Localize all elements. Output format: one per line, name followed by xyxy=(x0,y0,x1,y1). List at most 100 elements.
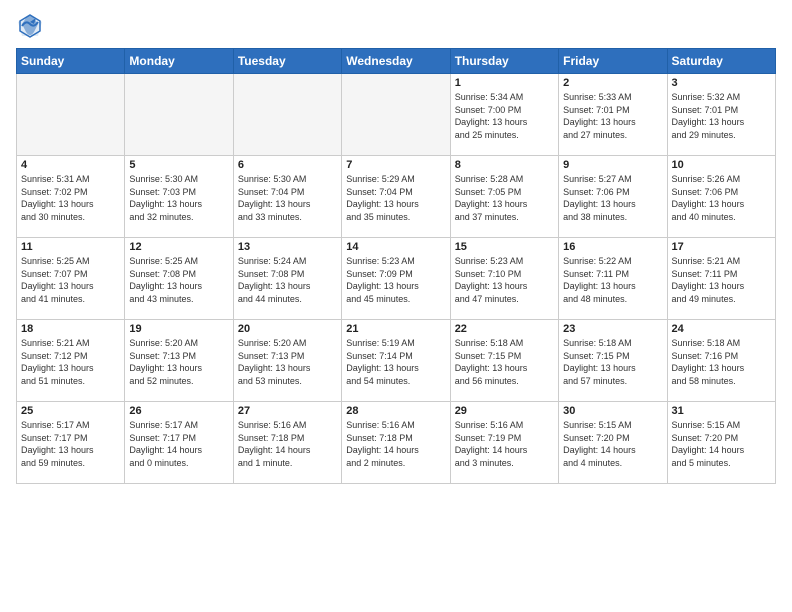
calendar-cell: 6Sunrise: 5:30 AMSunset: 7:04 PMDaylight… xyxy=(233,156,341,238)
day-info: Sunrise: 5:17 AMSunset: 7:17 PMDaylight:… xyxy=(21,419,120,469)
day-number: 26 xyxy=(129,405,228,417)
day-number: 1 xyxy=(455,77,554,89)
day-info: Sunrise: 5:21 AMSunset: 7:12 PMDaylight:… xyxy=(21,337,120,387)
calendar-cell: 30 Sunrise: 5:15 AMSunset: 7:20 PMDayligh… xyxy=(559,402,667,484)
week-row-4: 18Sunrise: 5:21 AMSunset: 7:12 PMDayligh… xyxy=(17,320,776,402)
day-info: Sunrise: 5:15 AMSunset: 7:20 PMDaylight:… xyxy=(563,419,662,469)
calendar-cell: 1 Sunrise: 5:34 AMSunset: 7:00 PMDaylight… xyxy=(450,74,558,156)
calendar-cell: 26 Sunrise: 5:17 AMSunset: 7:17 PMDayligh… xyxy=(125,402,233,484)
calendar-cell: 18Sunrise: 5:21 AMSunset: 7:12 PMDayligh… xyxy=(17,320,125,402)
calendar-cell: 29 Sunrise: 5:16 AMSunset: 7:19 PMDayligh… xyxy=(450,402,558,484)
calendar-cell xyxy=(342,74,450,156)
calendar-cell: 8Sunrise: 5:28 AMSunset: 7:05 PMDaylight… xyxy=(450,156,558,238)
calendar-cell xyxy=(125,74,233,156)
day-number: 30 xyxy=(563,405,662,417)
day-number: 15 xyxy=(455,241,554,253)
day-info: Sunrise: 5:18 AMSunset: 7:16 PMDaylight:… xyxy=(672,337,771,387)
day-info: Sunrise: 5:25 AMSunset: 7:08 PMDaylight:… xyxy=(129,255,228,305)
weekday-header-monday: Monday xyxy=(125,49,233,74)
day-number: 24 xyxy=(672,323,771,335)
day-info: Sunrise: 5:16 AMSunset: 7:19 PMDaylight:… xyxy=(455,419,554,469)
day-info: Sunrise: 5:33 AMSunset: 7:01 PMDaylight:… xyxy=(563,91,662,141)
weekday-header-sunday: Sunday xyxy=(17,49,125,74)
day-info: Sunrise: 5:19 AMSunset: 7:14 PMDaylight:… xyxy=(346,337,445,387)
day-number: 14 xyxy=(346,241,445,253)
day-info: Sunrise: 5:24 AMSunset: 7:08 PMDaylight:… xyxy=(238,255,337,305)
calendar-cell: 11 Sunrise: 5:25 AMSunset: 7:07 PMDayligh… xyxy=(17,238,125,320)
day-info: Sunrise: 5:23 AMSunset: 7:10 PMDaylight:… xyxy=(455,255,554,305)
day-info: Sunrise: 5:22 AMSunset: 7:11 PMDaylight:… xyxy=(563,255,662,305)
calendar-cell xyxy=(233,74,341,156)
day-number: 9 xyxy=(563,159,662,171)
day-number: 25 xyxy=(21,405,120,417)
day-info: Sunrise: 5:16 AMSunset: 7:18 PMDaylight:… xyxy=(346,419,445,469)
day-info: Sunrise: 5:34 AMSunset: 7:00 PMDaylight:… xyxy=(455,91,554,141)
calendar-cell: 3 Sunrise: 5:32 AMSunset: 7:01 PMDaylight… xyxy=(667,74,775,156)
week-row-5: 25 Sunrise: 5:17 AMSunset: 7:17 PMDayligh… xyxy=(17,402,776,484)
day-number: 31 xyxy=(672,405,771,417)
day-info: Sunrise: 5:32 AMSunset: 7:01 PMDaylight:… xyxy=(672,91,771,141)
day-info: Sunrise: 5:23 AMSunset: 7:09 PMDaylight:… xyxy=(346,255,445,305)
calendar-cell: 17 Sunrise: 5:21 AMSunset: 7:11 PMDayligh… xyxy=(667,238,775,320)
weekday-header-saturday: Saturday xyxy=(667,49,775,74)
calendar-cell: 10Sunrise: 5:26 AMSunset: 7:06 PMDayligh… xyxy=(667,156,775,238)
calendar-cell: 25 Sunrise: 5:17 AMSunset: 7:17 PMDayligh… xyxy=(17,402,125,484)
day-info: Sunrise: 5:17 AMSunset: 7:17 PMDaylight:… xyxy=(129,419,228,469)
header xyxy=(16,12,776,40)
day-number: 2 xyxy=(563,77,662,89)
day-info: Sunrise: 5:16 AMSunset: 7:18 PMDaylight:… xyxy=(238,419,337,469)
day-info: Sunrise: 5:30 AMSunset: 7:04 PMDaylight:… xyxy=(238,173,337,223)
calendar-cell: 14 Sunrise: 5:23 AMSunset: 7:09 PMDayligh… xyxy=(342,238,450,320)
day-number: 28 xyxy=(346,405,445,417)
calendar-cell: 24 Sunrise: 5:18 AMSunset: 7:16 PMDayligh… xyxy=(667,320,775,402)
day-info: Sunrise: 5:20 AMSunset: 7:13 PMDaylight:… xyxy=(238,337,337,387)
day-number: 19 xyxy=(129,323,228,335)
calendar-cell: 27 Sunrise: 5:16 AMSunset: 7:18 PMDayligh… xyxy=(233,402,341,484)
weekday-header-friday: Friday xyxy=(559,49,667,74)
day-info: Sunrise: 5:18 AMSunset: 7:15 PMDaylight:… xyxy=(455,337,554,387)
weekday-header-thursday: Thursday xyxy=(450,49,558,74)
calendar-cell: 28 Sunrise: 5:16 AMSunset: 7:18 PMDayligh… xyxy=(342,402,450,484)
calendar-cell: 5Sunrise: 5:30 AMSunset: 7:03 PMDaylight… xyxy=(125,156,233,238)
day-number: 7 xyxy=(346,159,445,171)
calendar-cell: 31 Sunrise: 5:15 AMSunset: 7:20 PMDayligh… xyxy=(667,402,775,484)
day-info: Sunrise: 5:18 AMSunset: 7:15 PMDaylight:… xyxy=(563,337,662,387)
day-number: 27 xyxy=(238,405,337,417)
calendar-cell: 16 Sunrise: 5:22 AMSunset: 7:11 PMDayligh… xyxy=(559,238,667,320)
day-info: Sunrise: 5:28 AMSunset: 7:05 PMDaylight:… xyxy=(455,173,554,223)
logo xyxy=(16,12,48,40)
day-info: Sunrise: 5:21 AMSunset: 7:11 PMDaylight:… xyxy=(672,255,771,305)
calendar-cell xyxy=(17,74,125,156)
calendar-cell: 9 Sunrise: 5:27 AMSunset: 7:06 PMDaylight… xyxy=(559,156,667,238)
page: SundayMondayTuesdayWednesdayThursdayFrid… xyxy=(0,0,792,612)
calendar-cell: 20Sunrise: 5:20 AMSunset: 7:13 PMDayligh… xyxy=(233,320,341,402)
calendar-cell: 2 Sunrise: 5:33 AMSunset: 7:01 PMDaylight… xyxy=(559,74,667,156)
day-number: 11 xyxy=(21,241,120,253)
day-info: Sunrise: 5:25 AMSunset: 7:07 PMDaylight:… xyxy=(21,255,120,305)
weekday-header-wednesday: Wednesday xyxy=(342,49,450,74)
calendar-cell: 13 Sunrise: 5:24 AMSunset: 7:08 PMDayligh… xyxy=(233,238,341,320)
calendar-cell: 21 Sunrise: 5:19 AMSunset: 7:14 PMDayligh… xyxy=(342,320,450,402)
calendar-cell: 15 Sunrise: 5:23 AMSunset: 7:10 PMDayligh… xyxy=(450,238,558,320)
calendar-cell: 22Sunrise: 5:18 AMSunset: 7:15 PMDayligh… xyxy=(450,320,558,402)
calendar-table: SundayMondayTuesdayWednesdayThursdayFrid… xyxy=(16,48,776,484)
day-number: 12 xyxy=(129,241,228,253)
day-info: Sunrise: 5:27 AMSunset: 7:06 PMDaylight:… xyxy=(563,173,662,223)
day-number: 21 xyxy=(346,323,445,335)
day-number: 17 xyxy=(672,241,771,253)
day-info: Sunrise: 5:20 AMSunset: 7:13 PMDaylight:… xyxy=(129,337,228,387)
calendar-cell: 12 Sunrise: 5:25 AMSunset: 7:08 PMDayligh… xyxy=(125,238,233,320)
day-number: 4 xyxy=(21,159,120,171)
day-info: Sunrise: 5:15 AMSunset: 7:20 PMDaylight:… xyxy=(672,419,771,469)
day-number: 23 xyxy=(563,323,662,335)
calendar-cell: 19 Sunrise: 5:20 AMSunset: 7:13 PMDayligh… xyxy=(125,320,233,402)
day-number: 13 xyxy=(238,241,337,253)
week-row-3: 11 Sunrise: 5:25 AMSunset: 7:07 PMDayligh… xyxy=(17,238,776,320)
day-number: 3 xyxy=(672,77,771,89)
weekday-header-tuesday: Tuesday xyxy=(233,49,341,74)
day-number: 29 xyxy=(455,405,554,417)
day-number: 16 xyxy=(563,241,662,253)
logo-icon xyxy=(16,12,44,40)
day-number: 5 xyxy=(129,159,228,171)
weekday-header-row: SundayMondayTuesdayWednesdayThursdayFrid… xyxy=(17,49,776,74)
